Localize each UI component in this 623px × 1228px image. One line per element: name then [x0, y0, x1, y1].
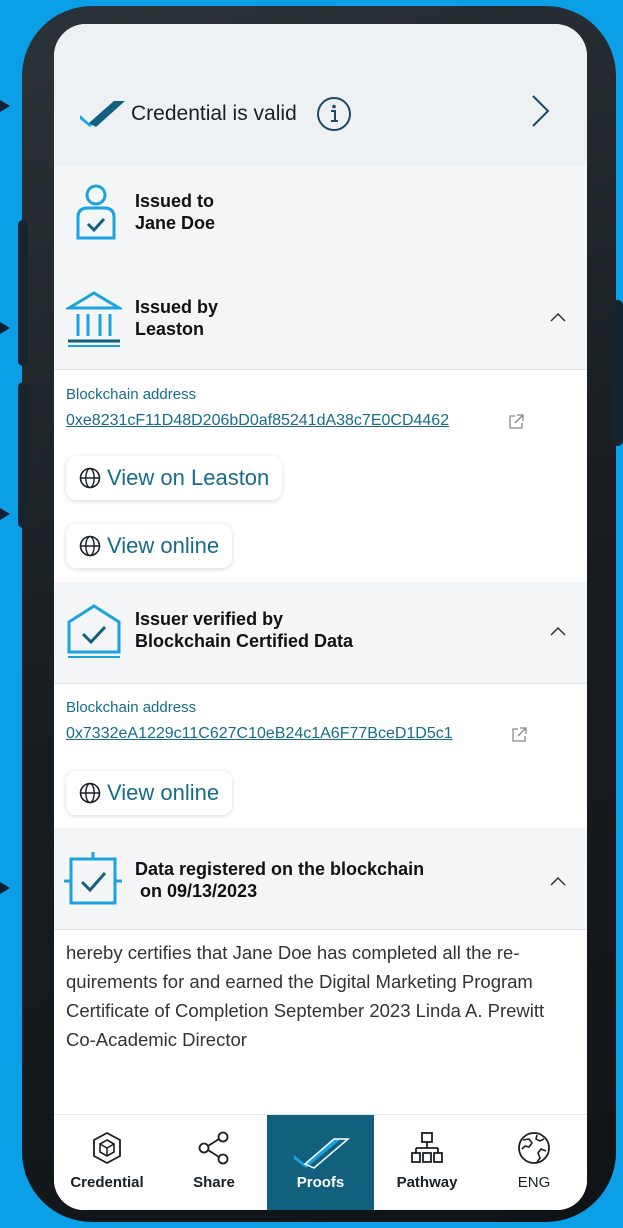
- globe-icon: [79, 782, 101, 804]
- issuer-name: Leaston: [135, 319, 205, 339]
- credential-description: hereby certifies that Jane Doe has compl…: [66, 942, 545, 1050]
- view-on-leaston-label: View on Leaston: [107, 465, 270, 490]
- issued-to-section: Issued to Jane Doe: [54, 166, 587, 270]
- pointer-arrow: [0, 100, 10, 112]
- nav-credential[interactable]: Credential: [54, 1115, 160, 1210]
- divider: [54, 369, 587, 370]
- globe-icon: [79, 467, 101, 489]
- nav-language[interactable]: ENG: [481, 1115, 587, 1210]
- chevron-up-icon[interactable]: [550, 312, 566, 322]
- volume-button: [18, 220, 28, 366]
- issuer-verified-section[interactable]: Issuer verified by Blockchain Certified …: [54, 582, 587, 684]
- validity-banner[interactable]: Credential is valid: [54, 24, 587, 166]
- nav-pathway-label: Pathway: [396, 1174, 458, 1191]
- pointer-arrow: [0, 508, 10, 520]
- blockchain-address-link[interactable]: 0xe8231cF11D48D206bD0af85241dA38c7E0CD44…: [66, 412, 449, 430]
- chevron-right-icon[interactable]: [530, 94, 552, 128]
- view-online-label: View online: [107, 780, 220, 805]
- verified-house-icon: [67, 604, 121, 658]
- nav-credential-label: Credential: [70, 1174, 144, 1191]
- share-icon: [198, 1131, 229, 1165]
- view-on-leaston-button[interactable]: View on Leaston: [66, 456, 283, 500]
- globe-icon: [518, 1132, 550, 1164]
- pointer-arrow: [0, 882, 10, 894]
- sitemap-icon: [411, 1132, 443, 1163]
- info-icon[interactable]: [316, 96, 352, 132]
- pointer-arrow: [0, 322, 10, 334]
- issuer-verified-title: Issuer verified by: [135, 609, 284, 629]
- external-link-icon[interactable]: [511, 727, 527, 743]
- chevron-up-icon[interactable]: [550, 876, 566, 886]
- data-registered-section[interactable]: Data registered on the blockchain on 09/…: [54, 828, 587, 930]
- nav-proofs[interactable]: Proofs: [267, 1115, 374, 1210]
- user-badge-icon: [76, 184, 116, 240]
- power-button: [612, 300, 623, 446]
- registered-check-icon: [64, 852, 122, 905]
- blockchain-address-link[interactable]: 0x7332eA1229c11C627C10eB24c1A6F77BceD1D5…: [66, 725, 453, 743]
- view-online-button[interactable]: View online: [66, 524, 233, 568]
- verifier-name: Blockchain Certified Data: [135, 631, 354, 651]
- bottom-nav: Credential Share Proofs Pathway ENG: [54, 1114, 587, 1210]
- chevron-up-icon[interactable]: [550, 626, 566, 636]
- double-check-icon: [80, 101, 125, 127]
- blockchain-address-label: Blockchain address: [66, 386, 197, 403]
- issued-to-title: Issued to: [135, 191, 215, 211]
- divider: [54, 683, 587, 684]
- validity-text: Credential is valid: [131, 102, 297, 125]
- nav-pathway[interactable]: Pathway: [374, 1115, 480, 1210]
- view-online-button[interactable]: View online: [66, 771, 233, 815]
- nav-share[interactable]: Share: [161, 1115, 267, 1210]
- cube-icon: [93, 1131, 121, 1165]
- nav-language-label: ENG: [517, 1174, 551, 1191]
- globe-icon: [79, 535, 101, 557]
- nav-proofs-label: Proofs: [296, 1174, 345, 1191]
- check-icon: [293, 1138, 350, 1169]
- issued-to-name: Jane Doe: [135, 213, 216, 233]
- view-online-label: View online: [107, 533, 220, 558]
- issued-by-title: Issued by: [135, 297, 219, 317]
- external-link-icon[interactable]: [508, 414, 524, 430]
- divider: [54, 929, 587, 930]
- data-registered-title: Data registered on the blockchain: [135, 859, 425, 879]
- nav-share-label: Share: [193, 1174, 235, 1191]
- registered-date: on 09/13/2023: [140, 881, 258, 901]
- bank-icon: [66, 291, 122, 347]
- blockchain-address-label: Blockchain address: [66, 699, 197, 716]
- app-screen: Credential is valid Issued to Jane Doe I…: [54, 24, 587, 1210]
- issued-by-section[interactable]: Issued by Leaston: [54, 270, 587, 370]
- volume-button: [18, 382, 28, 528]
